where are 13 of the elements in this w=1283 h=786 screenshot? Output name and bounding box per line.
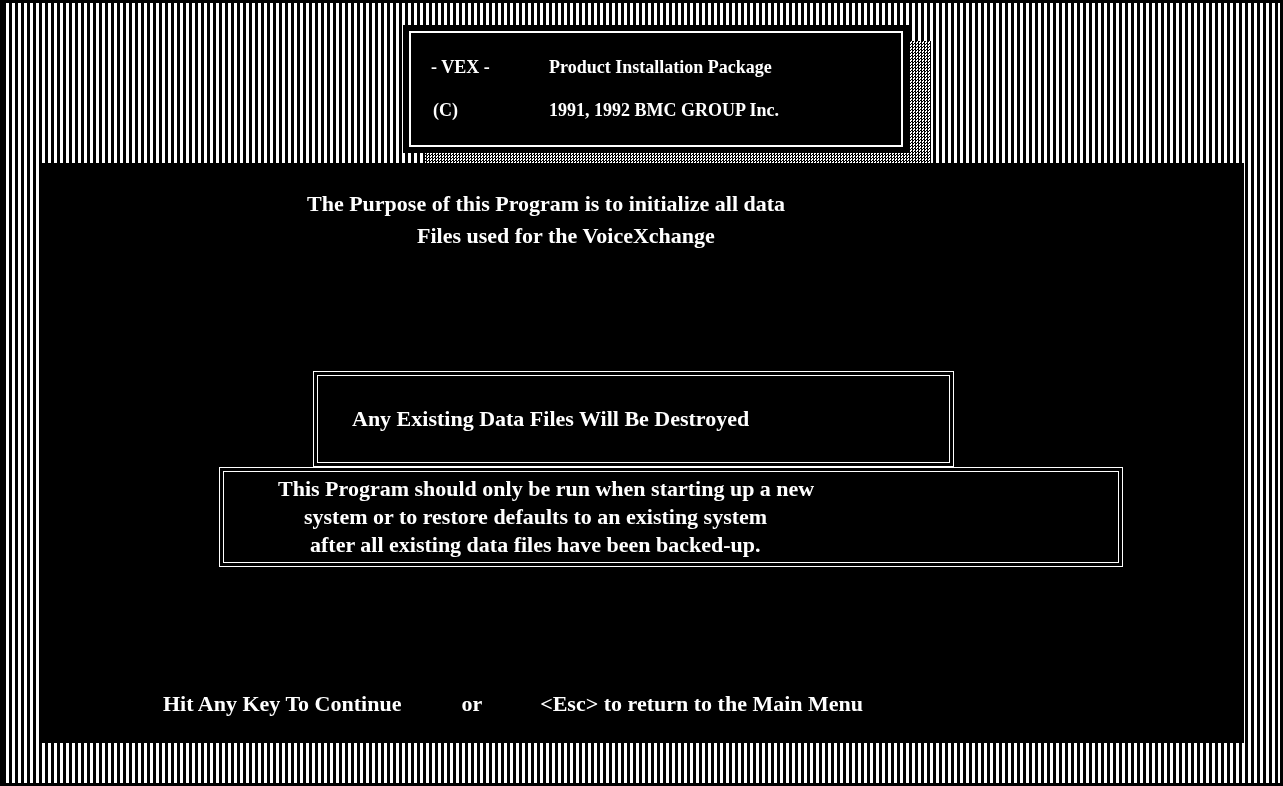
note-text: This Program should only be run when starting up a new	[278, 476, 816, 502]
warning-text: Any Existing Data Files Will Be Destroyed	[352, 406, 750, 432]
or-text: or	[461, 691, 483, 717]
escape-prompt: <Esc> to return to the Main Menu	[540, 691, 863, 717]
purpose-text: Files used for the VoiceXchange	[417, 223, 716, 249]
note-text: system or to restore defaults to an existing system	[304, 504, 769, 530]
copyright-text: 1991, 1992 BMC GROUP Inc.	[549, 100, 780, 121]
product-tag: - VEX -	[431, 57, 549, 78]
copyright-mark: (C)	[432, 100, 459, 121]
installer-title: Product Installation Package	[549, 57, 773, 78]
purpose-text: The Purpose of this Program is to initialize all data	[307, 191, 787, 217]
continue-prompt: Hit Any Key To Continue	[163, 691, 402, 717]
note-text: after all existing data files have been backed-up.	[310, 532, 762, 558]
